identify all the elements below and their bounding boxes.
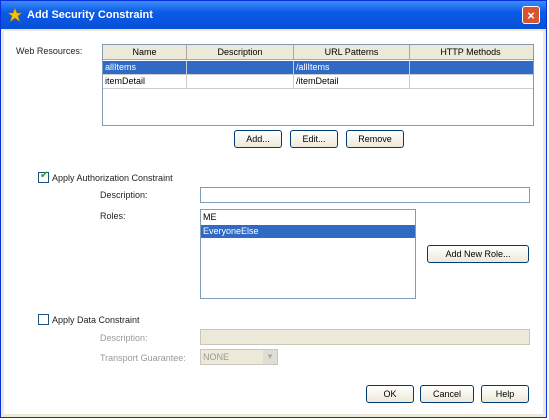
apply-authorization-label: Apply Authorization Constraint (52, 173, 173, 183)
web-resources-table[interactable]: Name Description URL Patterns HTTP Metho… (102, 44, 534, 126)
apply-data-constraint-label: Apply Data Constraint (52, 315, 140, 325)
cell-methods (410, 75, 531, 88)
roles-label: Roles: (100, 211, 126, 221)
title-bar[interactable]: Add Security Constraint × (1, 1, 546, 29)
auth-description-input[interactable] (200, 187, 530, 203)
checkmark-icon: ✔ (40, 170, 49, 181)
app-icon (7, 7, 23, 23)
apply-data-constraint-checkbox[interactable] (38, 314, 49, 325)
dialog-content: Web Resources: Name Description URL Patt… (4, 31, 543, 414)
add-new-role-button[interactable]: Add New Role... (427, 245, 529, 263)
column-header-description[interactable]: Description (187, 45, 294, 59)
web-resources-label: Web Resources: (16, 46, 83, 56)
edit-button[interactable]: Edit... (290, 130, 338, 148)
data-description-input[interactable] (200, 329, 530, 345)
chevron-down-icon: ▼ (263, 350, 277, 364)
column-header-url-patterns[interactable]: URL Patterns (294, 45, 410, 59)
cell-description (187, 61, 294, 74)
roles-list[interactable]: ME EveryoneElse (200, 209, 416, 299)
list-item[interactable]: EveryoneElse (201, 225, 415, 238)
transport-guarantee-select[interactable]: NONE ▼ (200, 349, 278, 365)
column-header-name[interactable]: Name (103, 45, 187, 59)
column-header-http-methods[interactable]: HTTP Methods (410, 45, 531, 59)
table-row[interactable]: itemDetail /itemDetail (103, 74, 533, 89)
auth-description-label: Description: (100, 190, 148, 200)
cell-url: /allItems (294, 61, 410, 74)
cell-name: itemDetail (103, 75, 187, 88)
list-item[interactable]: ME (201, 211, 415, 224)
table-row[interactable]: allItems /allItems (103, 61, 533, 74)
dialog-window: Add Security Constraint × Web Resources:… (0, 0, 547, 418)
cell-name: allItems (103, 61, 187, 74)
table-header: Name Description URL Patterns HTTP Metho… (103, 45, 533, 60)
apply-authorization-checkbox[interactable]: ✔ (38, 170, 49, 183)
remove-button[interactable]: Remove (346, 130, 404, 148)
cell-description (187, 75, 294, 88)
cell-url: /itemDetail (294, 75, 410, 88)
transport-guarantee-value: NONE (203, 352, 230, 362)
ok-button[interactable]: OK (366, 385, 414, 403)
transport-guarantee-label: Transport Guarantee: (100, 353, 186, 363)
cancel-button[interactable]: Cancel (420, 385, 474, 403)
close-icon: × (527, 8, 535, 23)
cell-methods (410, 61, 531, 74)
add-button[interactable]: Add... (234, 130, 282, 148)
window-title: Add Security Constraint (27, 9, 153, 21)
help-button[interactable]: Help (481, 385, 529, 403)
data-description-label: Description: (100, 333, 148, 343)
close-button[interactable]: × (522, 6, 540, 24)
